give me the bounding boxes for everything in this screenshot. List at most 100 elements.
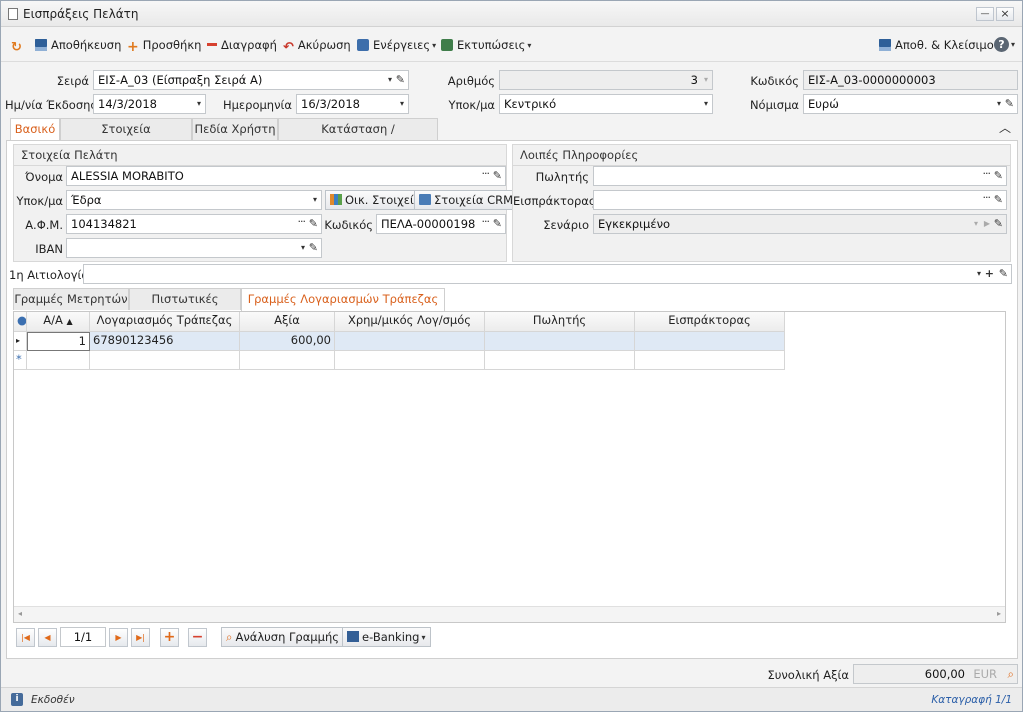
edit-icon[interactable]: ✎ (994, 167, 1003, 185)
number-field[interactable]: 3 ▾ (499, 70, 713, 90)
seller-field[interactable]: ··· ✎ (593, 166, 1007, 186)
document-icon (8, 8, 18, 20)
row-fin-account-cell[interactable] (335, 332, 485, 351)
first-record-button[interactable]: |◀ (16, 628, 35, 647)
dropdown-caret-icon: ▾ (1011, 40, 1016, 49)
currency-select[interactable]: Ευρώ ▾ ✎ (803, 94, 1018, 114)
more-icon[interactable]: ··· (482, 167, 490, 183)
new-row-cell[interactable] (635, 351, 785, 370)
scenario-label: Σενάριο (543, 218, 589, 232)
close-button[interactable]: × (996, 7, 1014, 21)
status-bar: i Εκδοθέν Καταγραφή 1/1 (1, 687, 1022, 711)
cancel-button[interactable]: ↶ Ακύρωση (283, 37, 351, 55)
new-row-cell[interactable] (240, 351, 335, 370)
undo-icon: ↶ (283, 40, 294, 55)
column-header-bank-account[interactable]: Λογαριασμός Τράπεζας (90, 312, 240, 332)
issue-date-picker[interactable]: 14/3/2018 ▾ (93, 94, 206, 114)
more-icon[interactable]: ··· (983, 167, 991, 183)
column-header-fin-account[interactable]: Χρημ/μικός Λογ/σμός (335, 312, 485, 332)
edit-icon[interactable]: ✎ (994, 215, 1003, 233)
add-row-button[interactable]: + (160, 628, 179, 647)
tab-bank-account-lines[interactable]: Γραμμές Λογαριασμών Τράπεζας (1) (241, 288, 445, 326)
info-icon: i (11, 693, 23, 706)
ebanking-button[interactable]: e-Banking ▾ (342, 627, 431, 647)
tab-user-fields[interactable]: Πεδία Χρήστη (192, 118, 278, 140)
more-icon[interactable]: ··· (298, 215, 306, 231)
edit-icon[interactable]: ✎ (493, 167, 502, 185)
vat-field[interactable]: 104134821 ··· ✎ (66, 214, 322, 234)
edit-icon[interactable]: ✎ (493, 215, 502, 233)
record-indicator: Καταγραφή 1/1 (931, 694, 1012, 706)
edit-icon[interactable]: ✎ (309, 215, 318, 233)
page-indicator[interactable]: 1/1 (60, 627, 106, 647)
horizontal-scrollbar[interactable]: ◂ ▸ (14, 606, 1005, 622)
save-close-button[interactable]: Αποθ. & Κλείσιμο (879, 37, 994, 53)
add-label: Προσθήκη (142, 38, 202, 52)
actions-menu[interactable]: Ενέργειες ▾ (357, 37, 436, 53)
save-button[interactable]: Αποθήκευση (35, 37, 121, 53)
scroll-left-icon[interactable]: ◂ (18, 609, 22, 618)
row-value-cell[interactable]: 600,00 (240, 332, 335, 351)
add-icon[interactable]: + (985, 265, 994, 283)
new-row-cell[interactable] (335, 351, 485, 370)
column-header-aa[interactable]: Α/Α ▲ (27, 312, 90, 332)
add-button[interactable]: + Προσθήκη (127, 37, 202, 54)
dropdown-caret-icon: ▾ (703, 99, 708, 108)
customer-name-label: Όνομα (25, 170, 63, 184)
edit-icon[interactable]: ✎ (999, 265, 1008, 283)
branch-label: Υποκ/μα (448, 98, 495, 112)
edit-icon[interactable]: ✎ (396, 71, 405, 89)
column-header-value[interactable]: Αξία (240, 312, 335, 332)
tab-document-info[interactable]: Στοιχεία Παραστατικού (60, 118, 192, 156)
iban-select[interactable]: ▾ ✎ (66, 238, 322, 258)
minimize-button[interactable]: — (976, 7, 994, 21)
customer-code-field[interactable]: ΠΕΛΑ-00000198 ··· ✎ (376, 214, 506, 234)
series-select[interactable]: ΕΙΣ-Α_03 (Είσπραξη Σειρά Α) ▾ ✎ (93, 70, 409, 90)
scroll-right-icon[interactable]: ▸ (997, 609, 1001, 618)
prints-menu[interactable]: Εκτυπώσεις ▾ (441, 37, 531, 53)
customer-name-field[interactable]: ALESSIA MORABITO ··· ✎ (66, 166, 506, 186)
grid-settings-icon[interactable]: ● (14, 312, 27, 332)
collapse-icon[interactable]: ︿ (999, 119, 1011, 136)
prev-record-button[interactable]: ◀ (38, 628, 57, 647)
total-value-field: 600,00 EUR ⌕ (853, 664, 1018, 684)
collector-field[interactable]: ··· ✎ (593, 190, 1007, 210)
more-icon[interactable]: ··· (482, 215, 490, 231)
search-icon[interactable]: ⌕ (1008, 665, 1014, 683)
reason-select[interactable]: ▾ + ✎ (83, 264, 1012, 284)
tab-credit-cards[interactable]: Πιστωτικές Κάρτες (129, 288, 241, 326)
more-icon[interactable]: ··· (983, 191, 991, 207)
column-header-seller[interactable]: Πωλητής (485, 312, 635, 332)
delete-button[interactable]: Διαγραφή (207, 37, 277, 53)
refresh-button[interactable]: ↻ (11, 37, 26, 54)
row-collector-cell[interactable] (635, 332, 785, 351)
column-header-collector[interactable]: Εισπράκτορας (635, 312, 785, 332)
new-row-cell[interactable] (485, 351, 635, 370)
cancel-label: Ακύρωση (297, 38, 351, 52)
row-aa-cell[interactable]: 1 (27, 332, 90, 351)
crm-info-button[interactable]: Στοιχεία CRM (414, 190, 519, 210)
help-button[interactable]: ? ▾ (994, 36, 1015, 52)
new-row-cell[interactable] (90, 351, 240, 370)
row-bank-account-cell[interactable]: 67890123456 (90, 332, 240, 351)
financial-info-button[interactable]: Οικ. Στοιχεία (325, 190, 427, 210)
customer-group-title: Στοιχεία Πελάτη (21, 148, 118, 162)
customer-code-label: Κωδικός (324, 218, 373, 232)
date-picker[interactable]: 16/3/2018 ▾ (296, 94, 409, 114)
line-analysis-button[interactable]: ⌕ Ανάλυση Γραμμής (221, 627, 344, 647)
edit-icon[interactable]: ✎ (994, 191, 1003, 209)
row-seller-cell[interactable] (485, 332, 635, 351)
tab-status-notes[interactable]: Κατάσταση / Παρατηρήσεις (278, 118, 438, 156)
tab-basic[interactable]: Βασικό (10, 118, 60, 141)
new-row-cell[interactable] (27, 351, 90, 370)
next-record-button[interactable]: ▶ (109, 628, 128, 647)
last-record-button[interactable]: ▶| (131, 628, 150, 647)
customer-branch-select[interactable]: Έδρα ▾ (66, 190, 322, 210)
remove-row-button[interactable]: − (188, 628, 207, 647)
scenario-field[interactable]: Εγκεκριμένο ▾ ▶ ✎ (593, 214, 1007, 234)
other-info-group-title: Λοιπές Πληροφορίες (520, 148, 639, 162)
branch-select[interactable]: Κεντρικό ▾ (499, 94, 713, 114)
edit-icon[interactable]: ✎ (309, 239, 318, 257)
tab-cash-lines[interactable]: Γραμμές Μετρητών (13, 288, 129, 310)
edit-icon[interactable]: ✎ (1005, 95, 1014, 113)
